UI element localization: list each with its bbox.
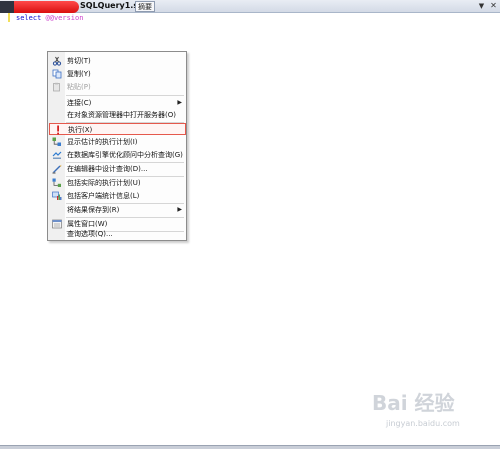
menu-separator (66, 95, 184, 96)
menu-item-execute[interactable]: 执行(X) (49, 123, 186, 135)
menu-item-display-estimated-plan[interactable]: 显示估计的执行计划(I) (49, 136, 186, 148)
context-menu: 剪切(T) 复制(Y) 粘贴(P) 连接(C) ▶ 在对象资源管理器中打开服务器… (47, 51, 187, 241)
menu-item-label: 在数据库引擎优化顾问中分析查询(G) (67, 151, 183, 159)
menu-item-paste[interactable]: 粘贴(P) (49, 81, 186, 93)
menu-item-label: 复制(Y) (67, 70, 91, 78)
chevron-down-icon[interactable]: ▼ (476, 0, 487, 12)
menu-item-open-server-in-object-explorer[interactable]: 在对象资源管理器中打开服务器(O) (49, 109, 186, 121)
menu-item-label: 连接(C) (67, 99, 92, 107)
paste-icon (53, 82, 60, 92)
menu-item-cut[interactable]: 剪切(T) (49, 55, 186, 67)
menu-item-label: 在编辑器中设计查询(D)... (67, 165, 148, 173)
close-icon[interactable]: ✕ (488, 0, 499, 12)
editor-bottom-border (0, 445, 500, 449)
changed-line-marker (8, 13, 10, 22)
code-line[interactable]: select @@version (16, 13, 83, 23)
submenu-arrow-icon: ▶ (177, 206, 182, 213)
menu-item-label: 执行(X) (68, 126, 93, 134)
menu-item-analyze-in-tuning-advisor[interactable]: 在数据库引擎优化顾问中分析查询(G) (49, 149, 186, 161)
design-query-icon (52, 164, 62, 174)
tuning-advisor-icon (52, 151, 62, 159)
menu-item-label: 查询选项(Q)... (67, 230, 113, 238)
menu-item-label: 粘贴(P) (67, 83, 91, 91)
client-stats-icon (52, 191, 62, 200)
execute-icon (57, 125, 59, 135)
copy-icon (52, 69, 62, 79)
estimated-plan-icon (52, 137, 61, 146)
watermark-url: jingyan.baidu.com (386, 419, 460, 428)
menu-item-label: 包括实际的执行计划(U) (67, 179, 141, 187)
menu-item-results-to[interactable]: 将结果保存到(R) ▶ (49, 204, 186, 216)
redacted-tab-label[interactable] (14, 1, 79, 13)
menu-item-connection[interactable]: 连接(C) ▶ (49, 97, 186, 109)
sql-keyword: select (16, 14, 42, 22)
menu-item-design-query-in-editor[interactable]: 在编辑器中设计查询(D)... (49, 163, 186, 175)
menu-item-label: 在对象资源管理器中打开服务器(O) (67, 111, 176, 119)
menu-item-query-options[interactable]: 查询选项(Q)... (49, 228, 186, 240)
submenu-arrow-icon: ▶ (177, 99, 182, 106)
menu-item-include-actual-plan[interactable]: 包括实际的执行计划(U) (49, 177, 186, 189)
scissors-icon (52, 56, 62, 66)
menu-item-label: 剪切(T) (67, 57, 91, 65)
menu-item-label: 将结果保存到(R) (67, 206, 120, 214)
actual-plan-icon (52, 178, 61, 187)
sql-variable: @@version (45, 14, 84, 22)
tab-summary[interactable]: 摘要 (135, 1, 155, 12)
menu-item-copy[interactable]: 复制(Y) (49, 68, 186, 80)
baidu-jingyan-watermark: Bai 经验 jingyan.baidu.com (372, 388, 494, 438)
menu-item-label: 包括客户端统计信息(L) (67, 192, 140, 200)
document-tab-strip: SQLQuery1.sql* 摘要 ▼ ✕ (0, 0, 500, 13)
watermark-logo: Bai 经验 (372, 391, 455, 415)
menu-item-label: 显示估计的执行计划(I) (67, 138, 138, 146)
tab-left-edge (0, 1, 14, 13)
menu-item-include-client-statistics[interactable]: 包括客户端统计信息(L) (49, 190, 186, 202)
